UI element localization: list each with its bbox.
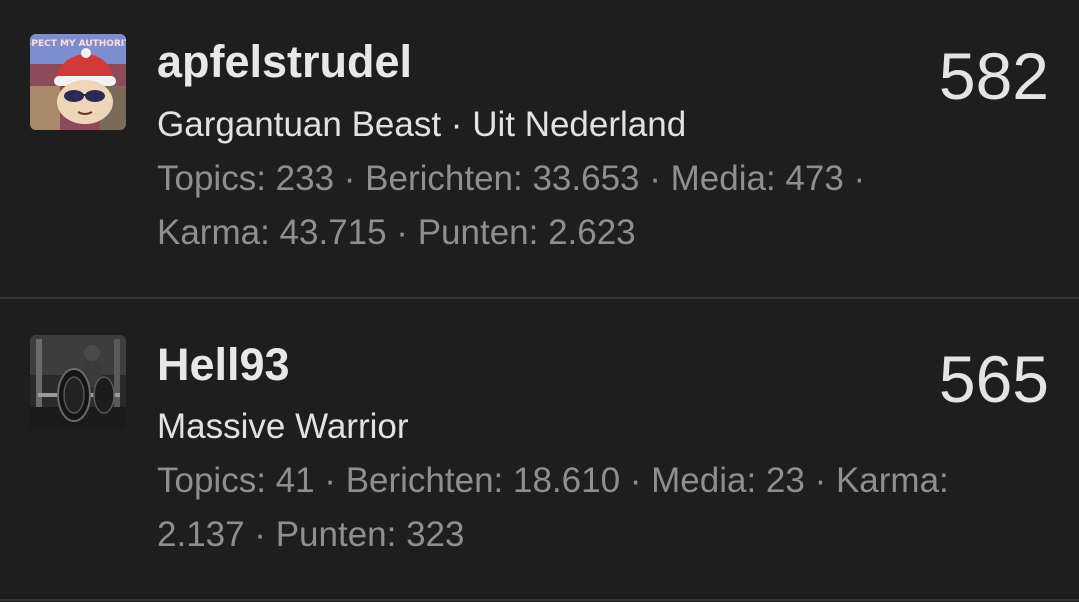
avatar[interactable]: RESPECT MY AUTHORITAH: [30, 34, 126, 130]
user-rank: Massive Warrior: [157, 407, 409, 446]
divider: [0, 599, 1079, 601]
user-stats-line: Karma: 43.715 · Punten: 2.623: [157, 213, 636, 252]
avatar-caption-top: RESPECT MY AUTHORITAH: [30, 39, 126, 49]
user-stats: Topics: 233 · Berichten: 33.653 · Media:…: [157, 152, 1037, 260]
username[interactable]: apfelstrudel: [157, 39, 412, 84]
user-score: 565: [938, 342, 1049, 416]
username[interactable]: Hell93: [157, 342, 290, 387]
avatar-barbell-image: [30, 335, 126, 431]
avatar[interactable]: [30, 335, 126, 431]
user-stats: Topics: 41 · Berichten: 18.610 · Media: …: [157, 454, 1037, 562]
list-item[interactable]: Hell93 Massive Warrior Topics: 41 · Beri…: [0, 299, 1079, 600]
user-stats-line: Topics: 41 · Berichten: 18.610 · Media: …: [157, 461, 949, 500]
user-score: 582: [938, 39, 1049, 113]
user-rank-location: Gargantuan Beast · Uit Nederland: [157, 105, 687, 144]
list-item[interactable]: RESPECT MY AUTHORITAH apfelstrudel Garga…: [0, 0, 1079, 298]
user-ranking-list: RESPECT MY AUTHORITAH apfelstrudel Garga…: [0, 0, 1079, 602]
user-stats-line: 2.137 · Punten: 323: [157, 515, 465, 554]
avatar-cartman-image: RESPECT MY AUTHORITAH: [30, 34, 126, 130]
user-stats-line: Topics: 233 · Berichten: 33.653 · Media:…: [157, 159, 866, 198]
